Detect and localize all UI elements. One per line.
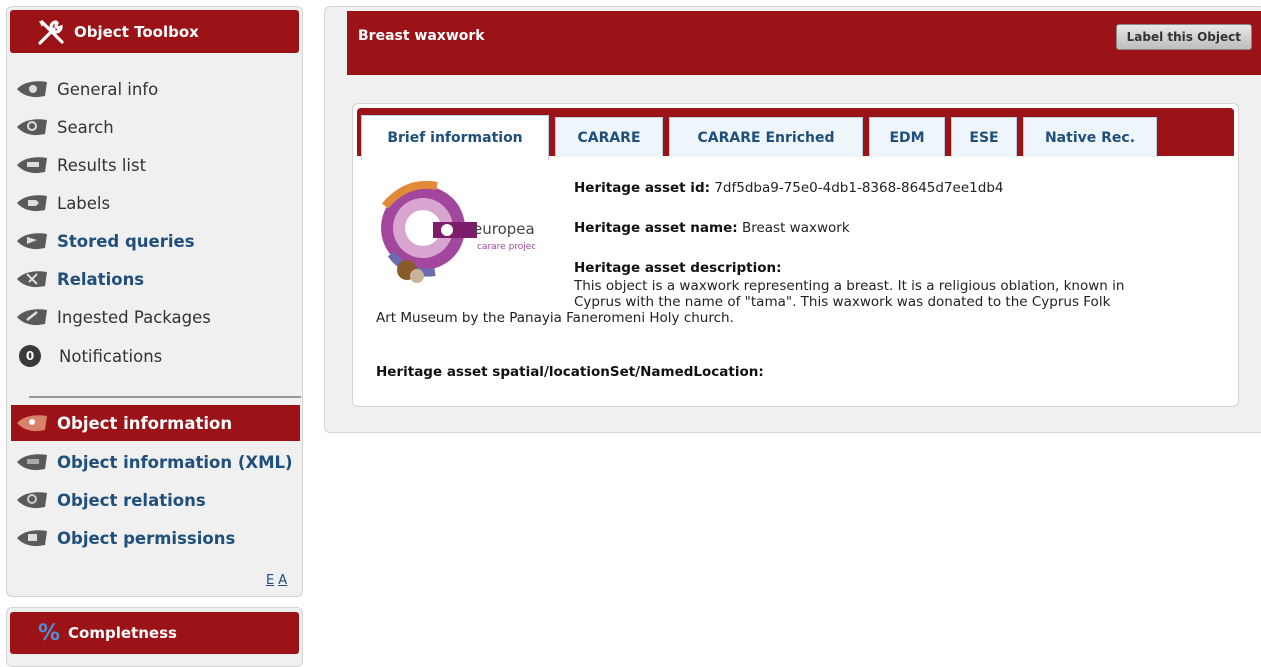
tab-native-rec[interactable]: Native Rec.: [1023, 117, 1157, 157]
tab-bar: Brief information CARARE CARARE Enriched…: [357, 108, 1234, 160]
menu-label: Object information: [57, 413, 233, 433]
menu-object-information[interactable]: Object information: [11, 405, 300, 441]
info-icon: [17, 415, 47, 432]
field-asset-location: Heritage asset spatial/locationSet/Named…: [376, 364, 764, 380]
field-label: Heritage asset name:: [574, 220, 738, 236]
description-line: Cyprus with the name of "tama". This wax…: [574, 294, 1111, 310]
tab-carare[interactable]: CARARE: [555, 117, 663, 157]
completeness-panel: % Completness: [6, 607, 303, 667]
logo-subtext: carare project: [477, 242, 535, 252]
lang-a-link[interactable]: A: [278, 573, 287, 588]
field-label: Heritage asset description:: [574, 260, 782, 276]
field-value: Breast waxwork: [741, 220, 850, 236]
menu-object-information-xml[interactable]: Object information (XML): [11, 444, 300, 480]
stored-query-icon: [17, 233, 47, 250]
menu-label: Results list: [57, 155, 147, 175]
menu-label: Search: [57, 117, 114, 137]
field-asset-description: Heritage asset description:: [574, 260, 781, 276]
tag-icon: [17, 195, 47, 212]
menu-label: Ingested Packages: [57, 307, 211, 327]
object-title: Breast waxwork: [358, 28, 485, 44]
language-switch: EA: [266, 573, 291, 588]
menu-label: Stored queries: [57, 231, 195, 251]
object-relations-icon: [17, 492, 47, 509]
object-toolbox-panel: Object Toolbox General info Search Resul…: [6, 6, 303, 597]
tab-brief-information[interactable]: Brief information: [361, 115, 549, 160]
menu-general-info[interactable]: General info: [11, 71, 300, 107]
menu-separator: [29, 396, 301, 398]
field-label: Heritage asset id:: [574, 180, 711, 196]
menu-search[interactable]: Search: [11, 109, 300, 145]
menu-label: Labels: [57, 193, 111, 213]
description-line: This object is a waxwork representing a …: [574, 278, 1125, 294]
tab-edm[interactable]: EDM: [869, 117, 945, 157]
field-asset-id: Heritage asset id: 7df5dba9-75e0-4db1-83…: [574, 180, 1004, 196]
package-icon: [17, 309, 47, 326]
list-icon: [17, 157, 47, 174]
menu-label: Relations: [57, 269, 145, 289]
menu-results-list[interactable]: Results list: [11, 147, 300, 183]
tab-ese[interactable]: ESE: [951, 117, 1017, 157]
logo-text: europeana: [473, 220, 535, 238]
toolbox-title: Object Toolbox: [74, 22, 199, 41]
xml-icon: [17, 454, 47, 471]
menu-label: Object information (XML): [57, 452, 293, 472]
menu-notifications[interactable]: 0 Notifications: [11, 338, 300, 374]
percent-icon: %: [38, 620, 61, 646]
field-value: 7df5dba9-75e0-4db1-8368-8645d7ee1db4: [714, 180, 1004, 196]
label-object-button[interactable]: Label this Object: [1115, 24, 1252, 50]
menu-label: General info: [57, 79, 159, 99]
menu-object-relations[interactable]: Object relations: [11, 482, 300, 518]
menu-object-permissions[interactable]: Object permissions: [11, 520, 300, 556]
menu-label: Object permissions: [57, 528, 236, 548]
relations-icon: [17, 271, 47, 288]
menu-label: Notifications: [59, 346, 163, 366]
europeana-logo: europeana carare project: [381, 181, 535, 283]
menu-labels[interactable]: Labels: [11, 185, 300, 221]
object-details-box: Brief information CARARE CARARE Enriched…: [352, 103, 1239, 407]
notification-count-badge: 0: [19, 345, 41, 367]
completeness-title: Completness: [68, 624, 177, 642]
menu-label: Object relations: [57, 490, 206, 510]
eye-icon: [17, 81, 47, 98]
menu-ingested-packages[interactable]: Ingested Packages: [11, 299, 300, 335]
field-asset-name: Heritage asset name: Breast waxwork: [574, 220, 850, 236]
field-label: Heritage asset spatial/locationSet/Named…: [376, 364, 764, 380]
permissions-icon: [17, 530, 47, 547]
lang-e-link[interactable]: E: [266, 573, 274, 588]
object-header: Breast waxwork Label this Object: [347, 11, 1261, 75]
tools-icon: [38, 19, 64, 45]
toolbox-header: Object Toolbox: [10, 10, 299, 53]
menu-stored-queries[interactable]: Stored queries: [11, 223, 300, 259]
object-panel: Breast waxwork Label this Object Brief i…: [324, 6, 1261, 433]
completeness-header[interactable]: % Completness: [10, 612, 299, 654]
description-line: Art Museum by the Panayia Faneromeni Hol…: [376, 310, 734, 326]
tab-carare-enriched[interactable]: CARARE Enriched: [669, 117, 863, 157]
search-icon: [17, 119, 47, 136]
menu-relations[interactable]: Relations: [11, 261, 300, 297]
